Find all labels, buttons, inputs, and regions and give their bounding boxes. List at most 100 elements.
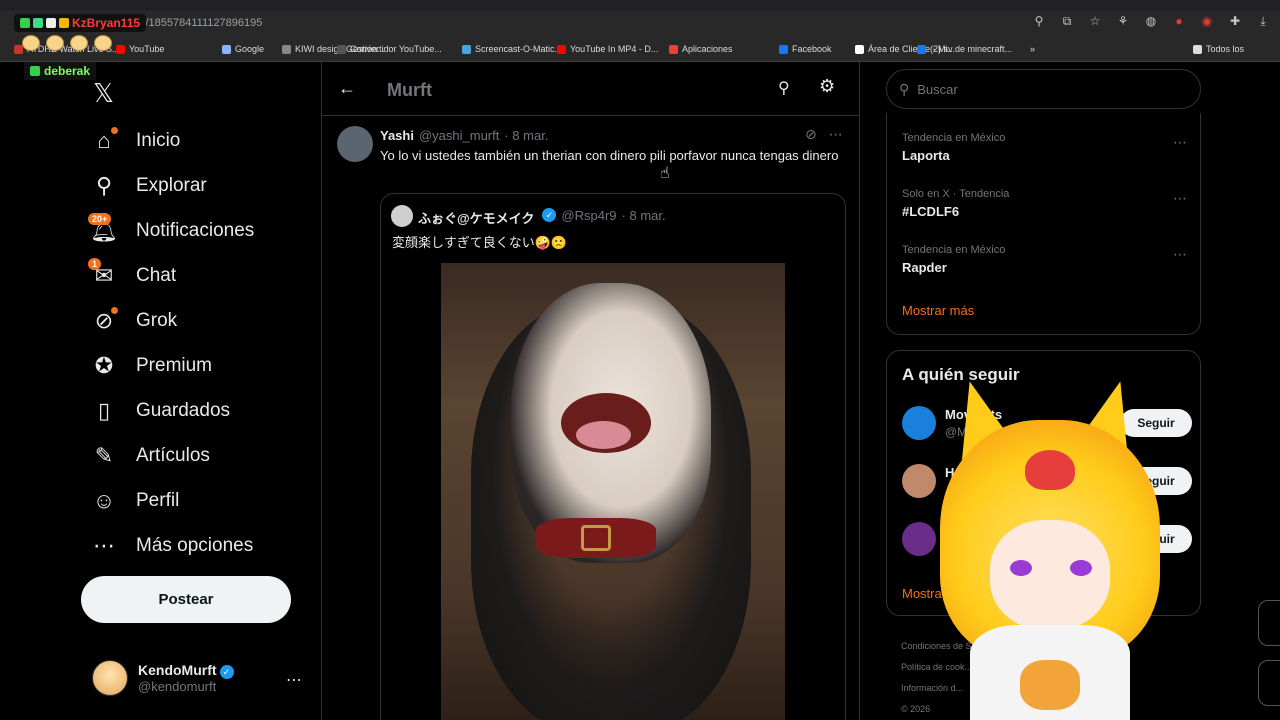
- chat-emotes: [22, 35, 112, 51]
- show-more-link[interactable]: Mostrar más: [902, 303, 974, 318]
- search-icon[interactable]: ⚲: [778, 78, 790, 98]
- floating-messages-button[interactable]: [1258, 660, 1280, 706]
- nav-item-notificaciones[interactable]: 🔔︎ 20+ Notificaciones: [88, 213, 255, 246]
- bookmark-icon-glyph: ▯: [97, 398, 111, 423]
- chat-badge-icon: [59, 18, 69, 28]
- bookmark-item[interactable]: (2) sv de minecraft...: [917, 44, 1012, 54]
- grok-icon: ⊘: [90, 307, 118, 335]
- quote-header: ふぉぐ@ケモメイク ✓ @Rsp4r9 · 8 mar.: [418, 208, 666, 227]
- avatar[interactable]: [391, 205, 413, 227]
- emote-icon: [70, 35, 88, 51]
- extension-icon[interactable]: ⚘: [1116, 14, 1130, 28]
- puzzle-icon[interactable]: ✚: [1228, 14, 1242, 28]
- more-icon[interactable]: ⋯: [286, 670, 302, 690]
- more-icon[interactable]: ⋯: [1173, 134, 1187, 151]
- bookmark-item[interactable]: Todos los: [1193, 44, 1244, 54]
- search-input[interactable]: [917, 81, 1178, 97]
- tweet-time[interactable]: · 8 mar.: [504, 128, 548, 143]
- bookmark-label: YouTube In MP4 - D...: [570, 44, 659, 54]
- trend-item[interactable]: Solo en X · Tendencia #LCDLF6 ⋯: [902, 188, 1187, 219]
- mouse-cursor-icon: ☝: [660, 165, 670, 182]
- bookmark-item[interactable]: »: [1030, 44, 1035, 54]
- bookmark-item[interactable]: Google: [222, 44, 264, 54]
- vtuber-face: [990, 520, 1110, 630]
- search-bar[interactable]: ⚲: [886, 69, 1201, 109]
- account-name: KendoMurft: [138, 662, 217, 679]
- url-text[interactable]: s/1855784111127896195: [140, 17, 262, 29]
- floating-grok-button[interactable]: [1258, 600, 1280, 646]
- bookmark-favicon-icon: [337, 44, 346, 54]
- nav-item-chat[interactable]: ✉ 1 Chat: [88, 258, 176, 291]
- quote-text: 変顔楽しすぎて良くない🤪🙁: [392, 236, 568, 251]
- bookmark-item[interactable]: Screencast-O-Matic...: [462, 44, 562, 54]
- back-arrow-icon[interactable]: ←: [338, 78, 356, 99]
- quote-time[interactable]: · 8 mar.: [622, 208, 666, 227]
- nav-item-label: Grok: [136, 310, 178, 331]
- more-icon[interactable]: ⋯: [829, 126, 843, 143]
- avatar[interactable]: [337, 126, 373, 162]
- nav-item-explorar[interactable]: ⚲ Explorar: [90, 171, 207, 201]
- bookmark-favicon-icon: [116, 44, 125, 54]
- more-icon[interactable]: ⋯: [1173, 246, 1187, 263]
- person-icon-glyph: ☺: [92, 488, 116, 513]
- vtuber-eye: [1070, 560, 1092, 576]
- trends-card: Tendencia en México Laporta ⋯ Solo en X · T…: [886, 113, 1201, 335]
- bookmark-label: (2) sv de minecraft...: [930, 44, 1013, 54]
- chat-badge-icon: [20, 18, 30, 28]
- stream-chat-message: deberak: [24, 62, 97, 80]
- star-icon[interactable]: ☆: [1088, 14, 1102, 28]
- avatar: [92, 660, 128, 696]
- search-icon: ⚲: [90, 172, 118, 200]
- zoom-icon[interactable]: ⚲: [1032, 14, 1046, 28]
- bookmark-favicon-icon: [282, 44, 291, 54]
- nav-item-inicio[interactable]: ⌂ Inicio: [90, 126, 180, 156]
- x-logo-icon[interactable]: 𝕏: [93, 79, 114, 109]
- emote-icon: [94, 35, 112, 51]
- bookmark-label: Todos los: [1206, 44, 1245, 54]
- extension-icon[interactable]: ◉: [1200, 14, 1214, 28]
- nav-item-perfil[interactable]: ☺ Perfil: [90, 486, 180, 516]
- nav-item-m-s-opciones[interactable]: ⋯ Más opciones: [90, 531, 253, 561]
- gear-icon[interactable]: ⚙: [819, 76, 835, 97]
- bell-icon: 🔔︎ 20+: [88, 213, 118, 245]
- account-switcher[interactable]: KendoMurft ✓ @kendomurft: [92, 660, 234, 696]
- main-column: ← Murft ⚲ ⚙ Yashi @yashi_murft · 8 mar. …: [321, 62, 860, 720]
- more-icon[interactable]: ⋯: [1173, 190, 1187, 207]
- chat-username: deberak: [44, 64, 91, 78]
- extension-icon[interactable]: ●: [1172, 14, 1186, 28]
- trend-item[interactable]: Tendencia en México Rapder ⋯: [902, 244, 1187, 275]
- post-button[interactable]: Postear: [81, 576, 291, 623]
- bookmark-item[interactable]: Convertidor YouTube...: [337, 44, 442, 54]
- article-icon-glyph: ✎: [94, 443, 114, 468]
- download-icon[interactable]: ⤓: [1256, 14, 1270, 28]
- grok-icon[interactable]: ⊘: [805, 126, 817, 143]
- bookmark-item[interactable]: Facebook: [779, 44, 832, 54]
- bookmark-item[interactable]: YouTube In MP4 - D...: [557, 44, 658, 54]
- notification-dot: [111, 127, 118, 134]
- tweet-author-handle[interactable]: @yashi_murft: [419, 128, 499, 143]
- account-handle: @kendomurft: [138, 678, 217, 694]
- bookmark-item[interactable]: Aplicaciones: [669, 44, 733, 54]
- stream-chat-message: KzBryan115: [14, 14, 147, 32]
- install-icon[interactable]: ⧉: [1060, 14, 1074, 28]
- trend-item[interactable]: Tendencia en México Laporta ⋯: [902, 132, 1187, 163]
- tweet-actions: ⊘ ⋯: [805, 126, 843, 143]
- quote-media-image[interactable]: [441, 263, 785, 720]
- nav-item-grok[interactable]: ⊘ Grok: [90, 306, 177, 336]
- nav-item-label: Notificaciones: [136, 220, 255, 241]
- home-icon-glyph: ⌂: [97, 128, 111, 153]
- bookmark-item[interactable]: YouTube: [116, 44, 164, 54]
- bookmark-favicon-icon: [222, 44, 231, 54]
- vtuber-shirt-print: [1020, 660, 1080, 710]
- quote-author-handle[interactable]: @Rsp4r9: [561, 208, 616, 227]
- vtuber-slime-accessory: [1025, 450, 1075, 490]
- nav-item-guardados[interactable]: ▯ Guardados: [90, 396, 230, 426]
- emote-icon: [22, 35, 40, 51]
- nav-item-art-culos[interactable]: ✎ Artículos: [90, 441, 210, 471]
- nav-item-premium[interactable]: ✪ Premium: [90, 351, 212, 381]
- bookmark-label: YouTube: [129, 44, 165, 54]
- tweet-author-name[interactable]: Yashi: [380, 128, 414, 143]
- quote-author-name[interactable]: ふぉぐ@ケモメイク: [418, 208, 534, 227]
- quoted-tweet[interactable]: ふぉぐ@ケモメイク ✓ @Rsp4r9 · 8 mar. 変顔楽しすぎて良くない…: [380, 193, 846, 720]
- extension-icon[interactable]: ◍: [1144, 14, 1158, 28]
